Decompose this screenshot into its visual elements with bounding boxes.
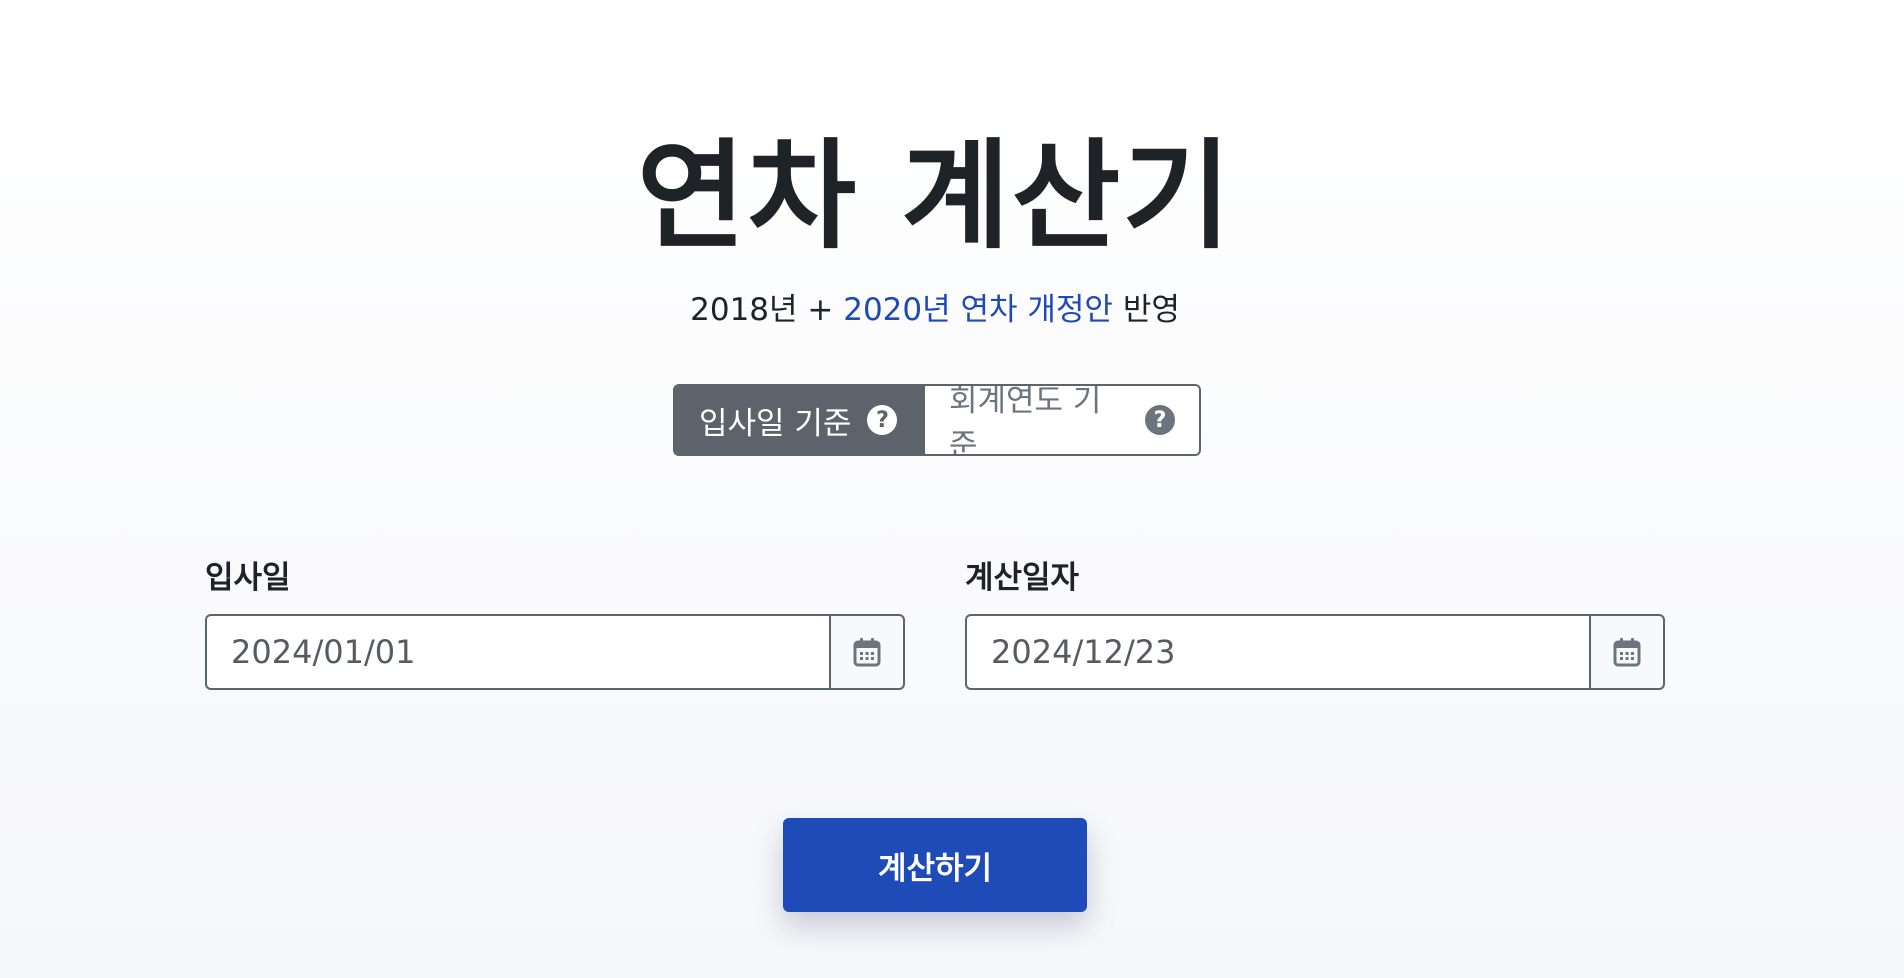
calc-date-label: 계산일자 — [965, 560, 1080, 596]
join-date-input[interactable] — [205, 614, 829, 690]
toggle-label: 입사일 기준 — [699, 405, 852, 442]
join-date-calendar-button[interactable] — [829, 614, 905, 690]
annual-leave-calculator-page: 연차 계산기 2018년 + 2020년 연차 개정안 반영 입사일 기준 ? … — [0, 0, 1904, 978]
page-title: 연차 계산기 — [637, 127, 1233, 265]
join-date-group — [205, 614, 905, 690]
question-circle-icon[interactable]: ? — [1145, 405, 1175, 435]
toggle-fiscal-year-basis[interactable]: 회계연도 기준 ? — [923, 386, 1199, 454]
basis-toggle: 입사일 기준 ? 회계연도 기준 ? — [673, 384, 1201, 456]
calc-date-calendar-button[interactable] — [1589, 614, 1665, 690]
calculate-button[interactable]: 계산하기 — [783, 818, 1087, 912]
page-subtitle: 2018년 + 2020년 연차 개정안 반영 — [0, 290, 1870, 330]
toggle-label: 회계연도 기준 — [949, 384, 1102, 456]
calc-date-group — [965, 614, 1665, 690]
amendment-link[interactable]: 2020년 연차 개정안 — [843, 292, 1113, 328]
toggle-join-date-basis[interactable]: 입사일 기준 ? — [675, 386, 923, 454]
subtitle-suffix: 반영 — [1112, 292, 1180, 328]
calendar-icon — [1613, 638, 1641, 667]
calc-date-input[interactable] — [965, 614, 1589, 690]
join-date-label: 입사일 — [205, 560, 291, 596]
calendar-icon — [853, 638, 881, 667]
question-circle-icon[interactable]: ? — [867, 405, 898, 435]
subtitle-prefix: 2018년 + — [690, 292, 844, 328]
